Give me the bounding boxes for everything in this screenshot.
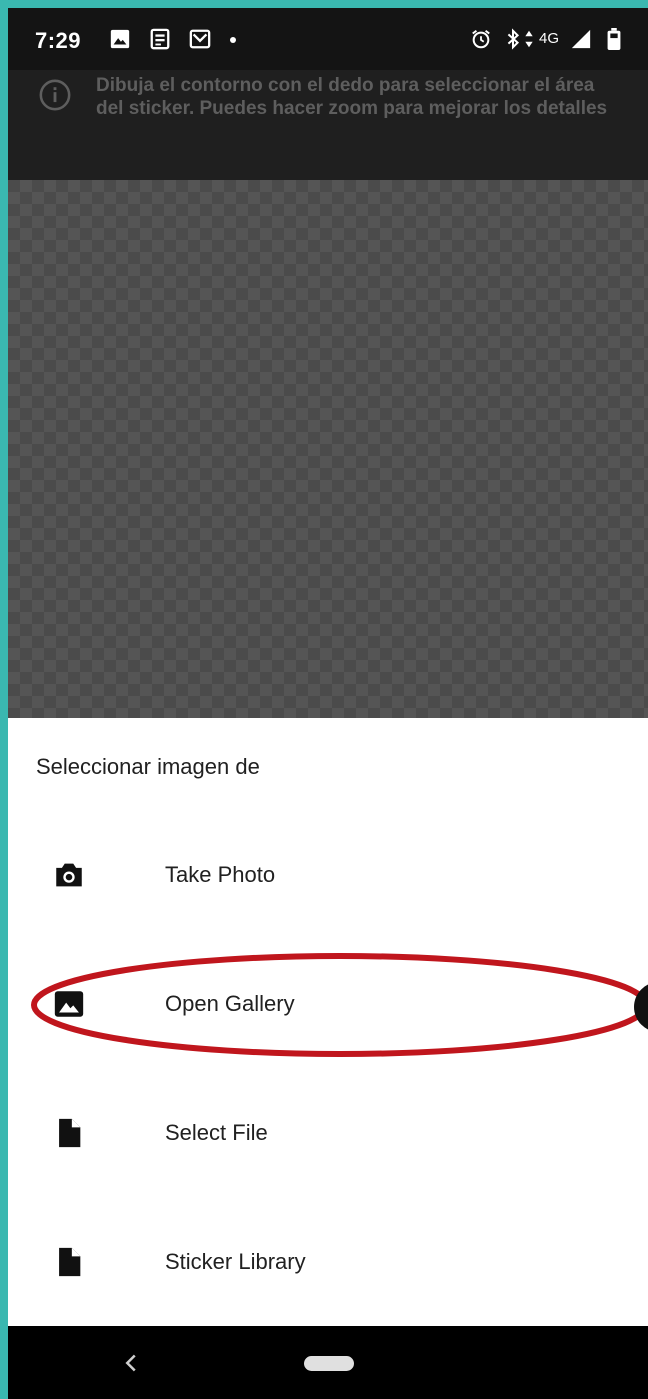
option-take-photo[interactable]: Take Photo <box>8 828 648 924</box>
option-label: Open Gallery <box>165 991 295 1016</box>
data-arrows-icon <box>525 30 533 48</box>
network-label: 4G <box>539 30 560 47</box>
phone-screen: 7:29 4G Dibuja el contorno con el dedo p… <box>8 8 648 1399</box>
notification-dot <box>230 37 236 43</box>
hint-text: Dibuja el contorno con el dedo para sele… <box>96 75 608 119</box>
option-label: Take Photo <box>165 862 276 887</box>
option-label: Sticker Library <box>165 1249 306 1274</box>
sheet-title: Seleccionar imagen de <box>36 754 260 779</box>
sticker-canvas[interactable] <box>8 180 648 718</box>
info-icon <box>39 79 71 111</box>
file-icon <box>59 1118 81 1148</box>
option-open-gallery[interactable]: Open Gallery <box>8 957 648 1053</box>
option-label: Select File <box>165 1120 268 1145</box>
status-bar: 7:29 4G <box>8 8 648 70</box>
image-notification-icon <box>110 29 130 49</box>
back-icon[interactable] <box>116 1348 146 1378</box>
option-sticker-library[interactable]: Sticker Library <box>8 1215 648 1311</box>
navigation-bar <box>8 1326 648 1399</box>
news-notification-icon <box>150 28 170 50</box>
alarm-icon <box>472 29 490 49</box>
bluetooth-icon <box>507 28 520 50</box>
status-time: 7:29 <box>35 28 82 53</box>
camera-icon <box>56 863 82 887</box>
option-select-file[interactable]: Select File <box>8 1086 648 1182</box>
hint-banner: Dibuja el contorno con el dedo para sele… <box>8 70 648 180</box>
battery-icon <box>607 28 621 50</box>
file-icon <box>59 1247 81 1277</box>
gallery-icon <box>54 991 84 1017</box>
mail-notification-icon <box>189 29 211 49</box>
home-button[interactable] <box>304 1356 354 1371</box>
signal-icon <box>571 29 591 49</box>
image-source-sheet: Seleccionar imagen de Take Photo Open Ga… <box>8 718 648 1326</box>
